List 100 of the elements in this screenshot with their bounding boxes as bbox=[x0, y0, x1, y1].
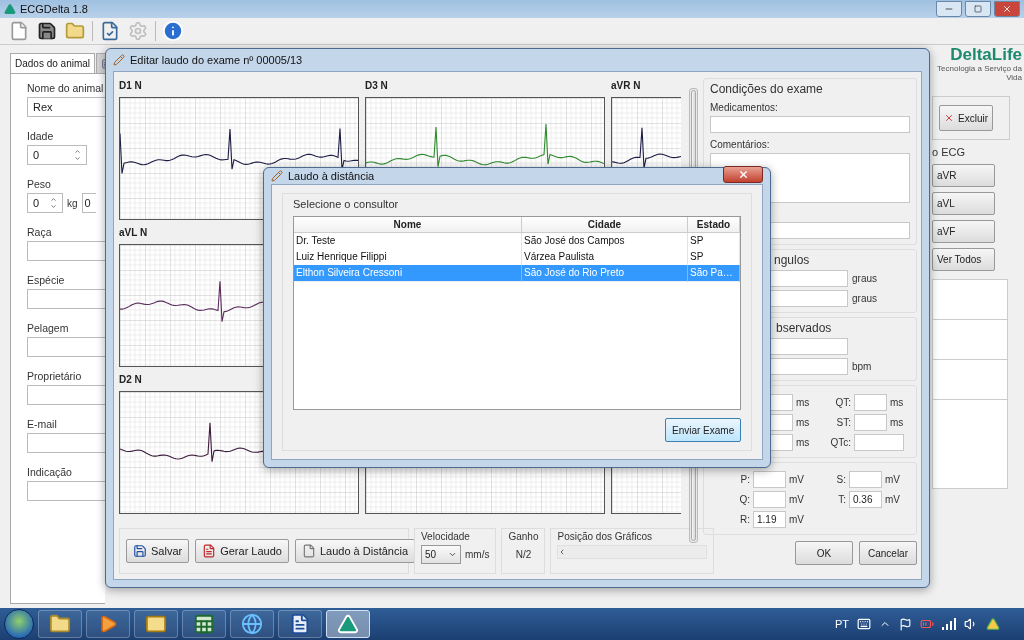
speed-select[interactable]: 50 bbox=[421, 545, 461, 564]
send-exam-button[interactable]: Enviar Exame bbox=[665, 418, 741, 442]
table-cell: São José do Rio Preto bbox=[522, 265, 688, 282]
text-field[interactable] bbox=[27, 241, 105, 261]
gain-value: N/2 bbox=[514, 549, 533, 560]
field-label: T: bbox=[837, 494, 846, 505]
drive-icon[interactable] bbox=[986, 617, 1000, 631]
amplitude-field[interactable] bbox=[753, 471, 786, 488]
start-button[interactable] bbox=[4, 609, 34, 639]
text-field[interactable] bbox=[27, 337, 105, 357]
close-button[interactable] bbox=[723, 166, 763, 183]
globe-icon[interactable] bbox=[241, 613, 263, 635]
save-icon bbox=[133, 544, 147, 558]
folder-icon[interactable] bbox=[65, 21, 85, 41]
keyboard-icon[interactable] bbox=[857, 617, 871, 631]
column-header[interactable]: Estado bbox=[688, 217, 740, 233]
peak-logo-icon[interactable] bbox=[337, 613, 359, 635]
amplitude-field[interactable] bbox=[753, 491, 786, 508]
unit-label: ms bbox=[890, 397, 904, 408]
group-title: bservados bbox=[776, 321, 832, 335]
amplitude-field[interactable]: 1.19 bbox=[753, 511, 786, 528]
amplitude-field[interactable] bbox=[849, 471, 882, 488]
brand-tagline: Tecnologia a Serviço da Vida bbox=[936, 64, 1022, 82]
tab[interactable]: Dados do animal bbox=[10, 53, 96, 73]
unit-label: ms bbox=[796, 437, 811, 448]
lead-button[interactable]: aVF bbox=[932, 220, 995, 243]
edit-document-icon bbox=[271, 170, 283, 182]
angle-field[interactable] bbox=[770, 290, 848, 307]
close-icon bbox=[1002, 4, 1012, 14]
text-field[interactable] bbox=[27, 289, 105, 309]
text-field[interactable] bbox=[710, 116, 910, 133]
field-label: ST: bbox=[835, 417, 851, 428]
text-field[interactable] bbox=[27, 385, 105, 405]
group-title: o ECG bbox=[932, 146, 965, 158]
field-label: Peso bbox=[27, 178, 51, 190]
battery-icon[interactable] bbox=[920, 617, 934, 631]
action-button[interactable]: Gerar Laudo bbox=[195, 539, 289, 563]
table-row[interactable]: Dr. Teste São José dos Campos SP bbox=[294, 233, 740, 249]
brand-name: DeltaLife bbox=[950, 45, 1022, 64]
interval-field[interactable] bbox=[854, 414, 887, 431]
dialog-button[interactable]: Cancelar bbox=[859, 541, 917, 565]
table-row[interactable]: Luiz Henrique Filippi Várzea Paulista SP bbox=[294, 249, 740, 265]
unit-label: bpm bbox=[852, 361, 872, 372]
interval-field[interactable] bbox=[854, 434, 904, 451]
field-label: Raça bbox=[27, 226, 52, 238]
angle-field[interactable] bbox=[770, 270, 848, 287]
document-icon[interactable] bbox=[289, 613, 311, 635]
minimize-button[interactable] bbox=[936, 1, 962, 17]
position-scrollbar[interactable] bbox=[557, 545, 708, 559]
number-field[interactable]: 0 bbox=[81, 193, 96, 213]
group-title: Condições do exame bbox=[710, 82, 823, 96]
column-header[interactable]: Nome bbox=[294, 217, 522, 233]
mail-icon[interactable] bbox=[145, 613, 167, 635]
field-label: Pelagem bbox=[27, 322, 69, 334]
heart-rate-field[interactable] bbox=[770, 358, 848, 375]
amplitude-field[interactable]: 0.36 bbox=[849, 491, 882, 508]
field-label: R: bbox=[739, 514, 750, 525]
unit-label: graus bbox=[852, 293, 877, 304]
dialog-button[interactable]: OK bbox=[795, 541, 853, 565]
field-label: Idade bbox=[27, 130, 54, 142]
flag-icon[interactable] bbox=[899, 617, 912, 631]
signal-icon[interactable] bbox=[942, 618, 956, 630]
unit-label: ms bbox=[796, 397, 811, 408]
number-field[interactable]: 0 bbox=[27, 145, 87, 165]
interval-field[interactable] bbox=[854, 394, 887, 411]
spreadsheet-icon[interactable] bbox=[193, 613, 215, 635]
table-cell: Elthon Silveira Cressoni bbox=[294, 265, 522, 282]
lead-label: aVL N bbox=[119, 227, 149, 239]
unit-label: mV bbox=[885, 494, 901, 505]
lead-button[interactable]: Ver Todos bbox=[932, 248, 995, 271]
language-indicator[interactable]: PT bbox=[834, 618, 849, 630]
action-button[interactable]: Laudo à Distância bbox=[294, 539, 415, 563]
edit-document-icon bbox=[113, 54, 125, 66]
lead-label: D2 N bbox=[119, 374, 143, 386]
window-title: ECGDelta 1.8 bbox=[20, 3, 89, 15]
column-header[interactable]: Cidade bbox=[522, 217, 688, 233]
action-button[interactable]: Salvar bbox=[126, 539, 190, 563]
maximize-icon bbox=[974, 5, 982, 13]
field-label: Indicação bbox=[27, 466, 72, 478]
field-label: Q: bbox=[738, 494, 750, 505]
lead-label: D3 N bbox=[365, 80, 389, 92]
number-field[interactable]: 0 bbox=[27, 193, 63, 213]
text-field[interactable]: Rex bbox=[27, 97, 105, 117]
delete-button[interactable]: Excluir bbox=[939, 105, 993, 131]
text-field[interactable] bbox=[27, 433, 105, 453]
document-check-icon[interactable] bbox=[100, 21, 120, 41]
new-file-icon[interactable] bbox=[9, 21, 29, 41]
info-icon[interactable] bbox=[162, 20, 184, 42]
text-field[interactable] bbox=[770, 338, 848, 355]
lead-button[interactable]: aVR bbox=[932, 164, 995, 187]
text-field[interactable] bbox=[27, 481, 105, 501]
document-icon bbox=[301, 544, 316, 558]
play-icon[interactable] bbox=[98, 614, 118, 634]
maximize-button[interactable] bbox=[965, 1, 991, 17]
save-icon[interactable] bbox=[37, 21, 57, 41]
lead-button[interactable]: aVL bbox=[932, 192, 995, 215]
lead-label: D1 N bbox=[119, 80, 143, 92]
window-title: Laudo à distância bbox=[288, 170, 375, 182]
folder-icon[interactable] bbox=[49, 613, 71, 635]
unit-label: mV bbox=[789, 474, 805, 485]
